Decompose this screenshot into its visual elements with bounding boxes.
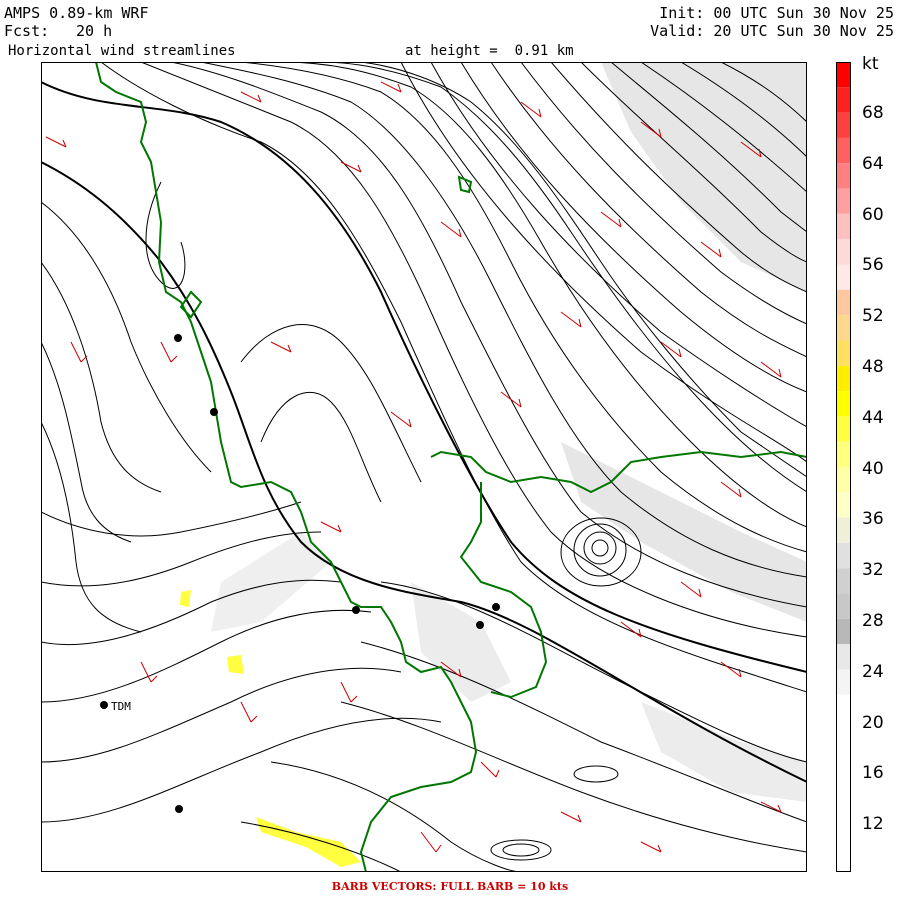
colorbar-label: 64 xyxy=(862,153,884,174)
colorbar-label: 12 xyxy=(862,814,884,835)
colorbar-swatch xyxy=(836,796,851,822)
colorbar-swatch xyxy=(836,593,851,619)
colorbar-swatch xyxy=(836,821,851,847)
forecast-hours: 20 h xyxy=(76,22,113,40)
colorbar-swatch xyxy=(836,492,851,518)
station-dot xyxy=(175,805,183,813)
colorbar-swatch xyxy=(836,340,851,366)
colorbar-label: 32 xyxy=(862,560,884,581)
colorbar-label: 44 xyxy=(862,407,884,428)
colorbar-swatch xyxy=(836,62,851,88)
station-dot xyxy=(476,621,484,629)
valid-time: Valid: 20 UTC Sun 30 Nov 25 xyxy=(650,22,894,40)
colorbar-label: 20 xyxy=(862,712,884,733)
colorbar-swatch xyxy=(836,391,851,417)
colorbar-swatch xyxy=(836,517,851,543)
colorbar-swatch xyxy=(836,720,851,746)
forecast-label: Fcst: xyxy=(4,22,50,40)
model-title: AMPS 0.89-km WRF xyxy=(4,4,149,22)
colorbar-swatch xyxy=(836,770,851,797)
colorbar-swatch xyxy=(836,112,851,138)
colorbar-swatch xyxy=(836,669,851,695)
colorbar-label: 48 xyxy=(862,357,884,377)
colorbar-swatch xyxy=(836,87,851,113)
colorbar-swatch xyxy=(836,188,851,214)
colorbar-swatch xyxy=(836,315,851,341)
colorbar-swatch xyxy=(836,289,851,316)
colorbar-swatch xyxy=(836,416,851,442)
colorbar-swatch xyxy=(836,213,851,240)
barb-caption: BARB VECTORS: FULL BARB = 10 kts xyxy=(331,880,569,893)
station-label-tdm: TDM xyxy=(111,700,131,713)
colorbar-label: 52 xyxy=(862,306,884,327)
colorbar-label: 36 xyxy=(862,509,884,530)
height-label: at height = 0.91 km xyxy=(405,43,574,59)
colorbar-swatch xyxy=(836,644,851,670)
colorbar xyxy=(836,62,851,872)
colorbar-swatch xyxy=(836,846,851,872)
colorbar-label: 28 xyxy=(862,611,884,631)
product-title: Horizontal wind streamlines xyxy=(8,43,236,59)
colorbar-swatch xyxy=(836,542,851,569)
colorbar-label: 40 xyxy=(862,458,884,479)
colorbar-swatch xyxy=(836,694,851,721)
colorbar-label: 56 xyxy=(862,255,884,276)
colorbar-label: 68 xyxy=(862,103,884,123)
colorbar-swatch xyxy=(836,467,851,493)
station-dot xyxy=(352,606,360,614)
colorbar-label: 60 xyxy=(862,204,884,225)
station-dot xyxy=(210,408,218,416)
colorbar-swatch xyxy=(836,264,851,290)
colorbar-swatch xyxy=(836,618,851,645)
colorbar-label: 16 xyxy=(862,763,884,784)
colorbar-label: 24 xyxy=(862,661,884,682)
station-dot xyxy=(174,334,182,342)
colorbar-swatch xyxy=(836,441,851,467)
colorbar-swatch xyxy=(836,745,851,771)
station-dot xyxy=(100,701,108,709)
station-dot xyxy=(492,603,500,611)
colorbar-unit: kt xyxy=(862,54,879,74)
colorbar-swatch xyxy=(836,137,851,164)
colorbar-swatch xyxy=(836,365,851,392)
colorbar-swatch xyxy=(836,239,851,265)
colorbar-swatch xyxy=(836,568,851,594)
init-time: Init: 00 UTC Sun 30 Nov 25 xyxy=(659,4,894,22)
streamline-map: TDM xyxy=(41,62,807,872)
colorbar-swatch xyxy=(836,163,851,189)
